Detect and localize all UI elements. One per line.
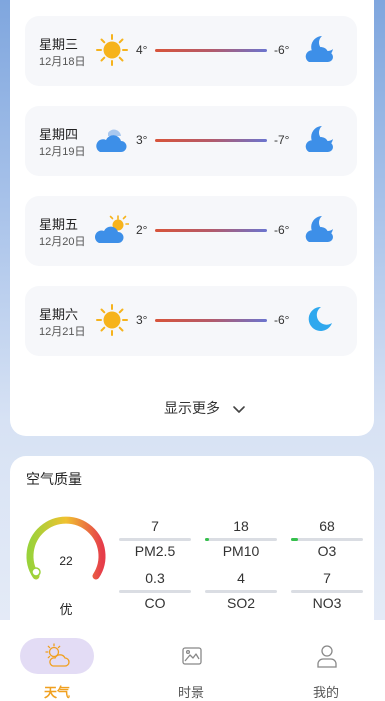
metric-bar (205, 538, 277, 541)
temp-range-bar (155, 139, 267, 142)
day-date: 12月20日 (39, 236, 86, 248)
chevron-down-icon[interactable] (232, 405, 246, 415)
nav-item-scenes[interactable]: 时景 (155, 638, 227, 700)
aqi-gauge (26, 516, 106, 580)
user-icon (317, 645, 337, 668)
weather-icon (45, 643, 70, 667)
temp-low: -6° (274, 223, 290, 237)
nav-item-weather[interactable]: 天气 (20, 638, 94, 700)
partly-cloudy-icon (95, 215, 129, 243)
temp-low: -6° (274, 313, 290, 327)
metric-bar-fill (291, 538, 299, 541)
temp-high: 3° (136, 313, 148, 327)
metric-name: SO2 (226, 595, 255, 611)
temp-low: -6° (274, 43, 290, 57)
metric-bar (291, 590, 363, 593)
moon-cloud-icon (305, 216, 333, 242)
metric-value: 0.3 (145, 570, 165, 586)
moon-cloud-icon (305, 36, 333, 62)
forecast-day-card[interactable]: 星期四 12月19日 3° -7° (25, 106, 357, 176)
day-date: 12月21日 (39, 326, 86, 338)
metric-bar (291, 538, 363, 541)
forecast-day-card[interactable]: 星期五 12月20日 2° -6° (25, 196, 357, 266)
metric-no3: 7 NO3 (291, 570, 363, 611)
metric-pm25: 7 PM2.5 (119, 518, 191, 559)
aqi-category: 优 (59, 602, 73, 617)
metric-so2: 4 SO2 (205, 570, 277, 611)
metric-name: PM2.5 (134, 543, 176, 559)
metric-o3: 68 O3 (291, 518, 363, 559)
sun-icon (96, 304, 128, 336)
temp-high: 2° (136, 223, 148, 237)
day-date: 12月18日 (39, 56, 86, 68)
metric-value: 68 (319, 518, 335, 534)
metric-name: CO (144, 595, 166, 611)
aqi-value: 22 (59, 554, 73, 568)
air-quality-title: 空气质量 (26, 471, 82, 487)
temp-range-bar (155, 229, 267, 232)
metric-value: 4 (237, 570, 245, 586)
nav-item-profile[interactable]: 我的 (290, 638, 362, 700)
metric-name: NO3 (312, 595, 342, 611)
metric-bar (205, 590, 277, 593)
metric-bar-fill (205, 538, 210, 541)
picture-icon (182, 647, 202, 665)
day-name: 星期三 (39, 37, 79, 52)
metric-pm10: 18 PM10 (205, 518, 277, 559)
nav-label: 天气 (43, 685, 70, 700)
day-name: 星期五 (39, 217, 79, 232)
temp-high: 3° (136, 133, 148, 147)
day-name: 星期六 (39, 307, 79, 322)
metric-name: PM10 (222, 543, 260, 559)
temp-low: -7° (274, 133, 290, 147)
moon-icon (308, 306, 332, 331)
metric-value: 7 (151, 518, 159, 534)
cloud-icon (96, 129, 127, 152)
temp-high: 4° (136, 43, 148, 57)
nav-label: 我的 (312, 685, 339, 700)
sun-icon (96, 34, 128, 66)
forecast-panel: 星期三 12月18日 4° -6° 星期四 12月19日 3° -7° 星期五 … (10, 0, 374, 436)
metric-value: 18 (233, 518, 249, 534)
bottom-nav: 天气 时景 我的 (0, 620, 385, 701)
moon-cloud-icon (305, 126, 333, 152)
temp-range-bar (155, 319, 267, 322)
day-date: 12月19日 (39, 146, 86, 158)
nav-label: 时景 (177, 685, 204, 700)
metric-name: O3 (317, 543, 337, 559)
metric-value: 7 (323, 570, 331, 586)
forecast-day-card[interactable]: 星期三 12月18日 4° -6° (25, 16, 357, 86)
show-more-button[interactable]: 显示更多 (10, 398, 374, 418)
temp-range-bar (155, 49, 267, 52)
metric-bar (119, 538, 191, 541)
metric-bar (119, 590, 191, 593)
forecast-day-card[interactable]: 星期六 12月21日 3° -6° (25, 286, 357, 356)
day-name: 星期四 (39, 127, 79, 142)
metric-co: 0.3 CO (119, 570, 191, 611)
